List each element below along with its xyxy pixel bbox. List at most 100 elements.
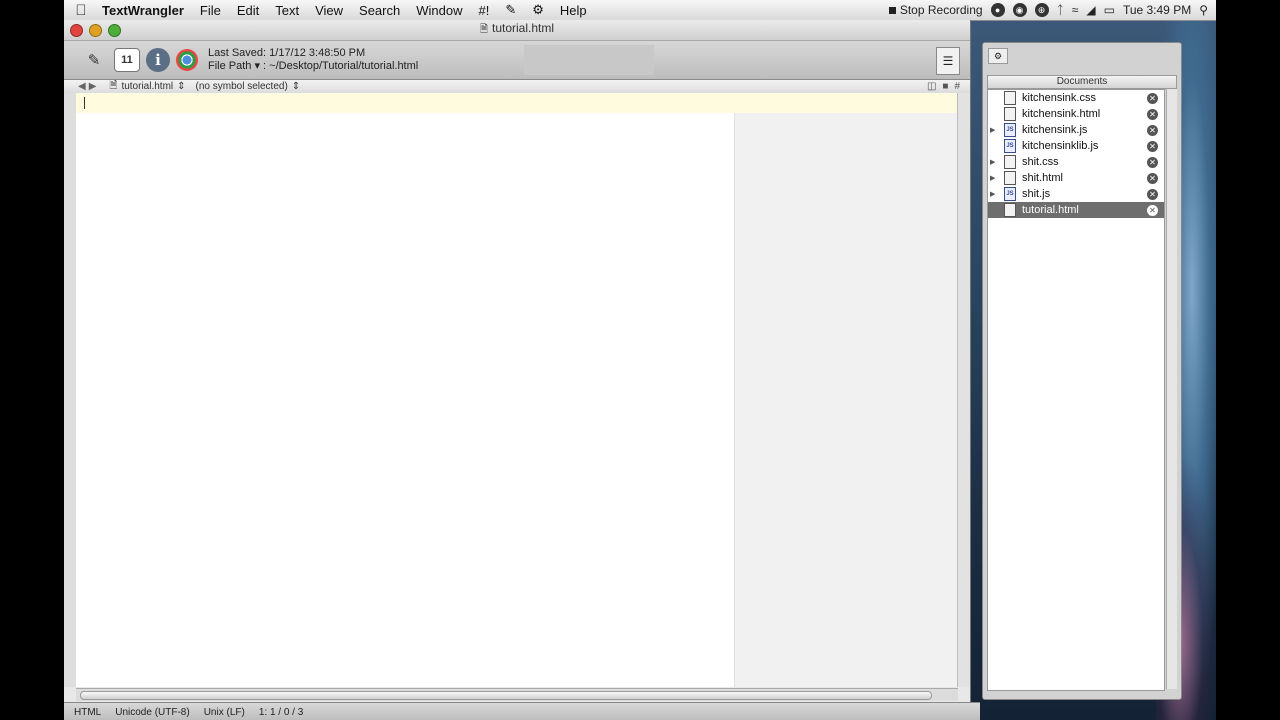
nav-right-controls: ◫ ■ #: [927, 81, 970, 92]
menu-help[interactable]: Help: [552, 3, 595, 18]
menu-bar:  TextWrangler File Edit Text View Searc…: [64, 0, 1216, 21]
document-row[interactable]: ▶ JS shit.js ✕: [988, 186, 1164, 202]
close-document-icon[interactable]: ✕: [1147, 156, 1158, 168]
split-view-icon[interactable]: ◫: [927, 81, 936, 92]
desktop:  TextWrangler File Edit Text View Searc…: [64, 0, 1216, 720]
status-bar: HTML Unicode (UTF-8) Unix (LF) 1: 1 / 0 …: [64, 702, 980, 720]
window-title-text: tutorial.html: [492, 21, 555, 35]
document-name: kitchensink.js: [1022, 124, 1088, 136]
document-name: shit.css: [1022, 156, 1059, 168]
document-row[interactable]: tutorial.html ✕: [988, 202, 1164, 218]
last-saved-label: Last Saved: 1/17/12 3:48:50 PM: [208, 47, 366, 59]
menu-app-name[interactable]: TextWrangler: [98, 3, 192, 18]
document-row[interactable]: kitchensink.html ✕: [988, 106, 1164, 122]
close-document-icon[interactable]: ✕: [1147, 172, 1158, 184]
close-document-icon[interactable]: ✕: [1147, 108, 1158, 120]
toggle-drawer-icon[interactable]: ☰: [936, 47, 960, 75]
css-file-icon: [1004, 91, 1016, 105]
document-row[interactable]: ▶ JS kitchensink.js ✕: [988, 122, 1164, 138]
vertical-scrollbar[interactable]: [957, 93, 970, 687]
popup-arrows-icon: ⇕: [291, 81, 301, 92]
calendar-icon[interactable]: 11: [114, 48, 140, 72]
line-endings-popup[interactable]: Unix (LF): [204, 707, 245, 718]
spotlight-search-icon[interactable]: ⚲: [1199, 3, 1208, 17]
menu-shebang[interactable]: #!: [470, 3, 497, 18]
stop-recording-button[interactable]: Stop Recording: [888, 3, 983, 17]
bluetooth-icon[interactable]: ᛏ: [1057, 3, 1064, 17]
js-file-icon: JS: [1004, 123, 1016, 137]
stop-icon: [888, 6, 896, 14]
menu-text[interactable]: Text: [267, 3, 307, 18]
menu-edit[interactable]: Edit: [229, 3, 267, 18]
page-guide-area: [734, 113, 959, 687]
marker-menu-icon[interactable]: #: [954, 81, 960, 92]
encoding-popup[interactable]: Unicode (UTF-8): [115, 707, 189, 718]
document-row[interactable]: JS kitchensinklib.js ✕: [988, 138, 1164, 154]
document-row[interactable]: kitchensink.css ✕: [988, 90, 1164, 106]
apple-menu-icon[interactable]: : [64, 2, 98, 19]
back-forward-arrows[interactable]: ◀▶: [78, 81, 99, 92]
js-file-icon: JS: [1004, 139, 1016, 153]
documents-header: Documents: [987, 75, 1177, 89]
menu-window[interactable]: Window: [408, 3, 470, 18]
status-icon-2[interactable]: ◉: [1012, 3, 1027, 17]
disclosure-triangle-icon[interactable]: ▶: [990, 158, 995, 166]
info-icon[interactable]: i: [146, 48, 170, 72]
horizontal-scrollbar[interactable]: [76, 688, 958, 701]
popup-arrows-icon: ⇕: [177, 81, 186, 92]
js-file-icon: JS: [1004, 187, 1016, 201]
document-name: kitchensinklib.js: [1022, 140, 1099, 152]
document-name: kitchensink.html: [1022, 108, 1101, 120]
disclosure-triangle-icon[interactable]: ▶: [990, 174, 995, 182]
text-editor[interactable]: [76, 93, 959, 687]
document-name: shit.js: [1022, 188, 1051, 200]
nav-file-name: tutorial.html: [121, 81, 174, 92]
close-document-icon[interactable]: ✕: [1147, 124, 1158, 136]
text-caret: [84, 97, 85, 109]
document-name: shit.html: [1022, 172, 1063, 184]
html-file-icon: [1004, 107, 1016, 121]
counterpart-icon[interactable]: ■: [942, 81, 948, 92]
html-file-icon: [1004, 203, 1016, 217]
menu-view[interactable]: View: [307, 3, 351, 18]
close-document-icon[interactable]: ✕: [1147, 204, 1158, 216]
editor-window: 🗎 tutorial.html ✎ 11 i Last Saved: 1/17/1…: [64, 20, 980, 720]
document-name: kitchensink.css: [1022, 92, 1096, 104]
volume-icon[interactable]: ◢: [1086, 3, 1095, 17]
window-titlebar[interactable]: 🗎 tutorial.html: [64, 20, 970, 41]
pencil-edit-icon[interactable]: ✎: [80, 46, 108, 74]
file-path-menu[interactable]: File Path ▾ : ~/Desktop/Tutorial/tutoria…: [208, 60, 418, 73]
documents-drawer: ⚙ Documents kitchensink.css ✕ kitchensink.…: [982, 42, 1182, 700]
status-icon-1[interactable]: ●: [990, 3, 1005, 17]
navigation-bar: ◀▶ 🗎 tutorial.html ⇕ (no symbol selected…: [64, 80, 970, 94]
document-row[interactable]: ▶ shit.css ✕: [988, 154, 1164, 170]
cursor-position: 1: 1 / 0 / 3: [258, 706, 304, 718]
drawer-action-icon[interactable]: ⚙: [988, 48, 1008, 64]
disclosure-triangle-icon[interactable]: ▶: [990, 190, 995, 198]
documents-list: kitchensink.css ✕ kitchensink.html ✕ ▶ JS kitc…: [987, 89, 1165, 691]
stop-recording-label: Stop Recording: [899, 3, 983, 17]
status-icon-3[interactable]: ⊕: [1034, 3, 1049, 17]
drawer-scrollbar[interactable]: [1166, 89, 1177, 689]
preview-in-browser-icon[interactable]: [176, 49, 198, 71]
gear-menu-icon[interactable]: ⚙: [524, 2, 552, 18]
menu-search[interactable]: Search: [351, 3, 408, 18]
wifi-icon[interactable]: ≈: [1072, 3, 1079, 17]
close-document-icon[interactable]: ✕: [1147, 140, 1158, 152]
close-document-icon[interactable]: ✕: [1147, 92, 1158, 104]
css-file-icon: [1004, 155, 1016, 169]
clock[interactable]: Tue 3:49 PM: [1123, 3, 1191, 17]
menu-file[interactable]: File: [192, 3, 229, 18]
scrollbar-thumb[interactable]: [80, 691, 932, 700]
close-document-icon[interactable]: ✕: [1147, 188, 1158, 200]
language-popup[interactable]: HTML: [74, 707, 101, 718]
current-line-highlight: [76, 93, 958, 113]
symbol-popup[interactable]: (no symbol selected) ⇕: [196, 81, 301, 92]
html-file-icon: [1004, 171, 1016, 185]
battery-icon[interactable]: ▭: [1104, 3, 1115, 17]
document-row[interactable]: ▶ shit.html ✕: [988, 170, 1164, 186]
document-proxy-icon[interactable]: 🗎: [480, 24, 488, 35]
menu-extras: Stop Recording ● ◉ ⊕ ᛏ ≈ ◢ ▭ Tue 3:49 PM…: [888, 3, 1216, 17]
script-menu-icon[interactable]: ✎: [497, 2, 524, 18]
disclosure-triangle-icon[interactable]: ▶: [990, 126, 995, 134]
